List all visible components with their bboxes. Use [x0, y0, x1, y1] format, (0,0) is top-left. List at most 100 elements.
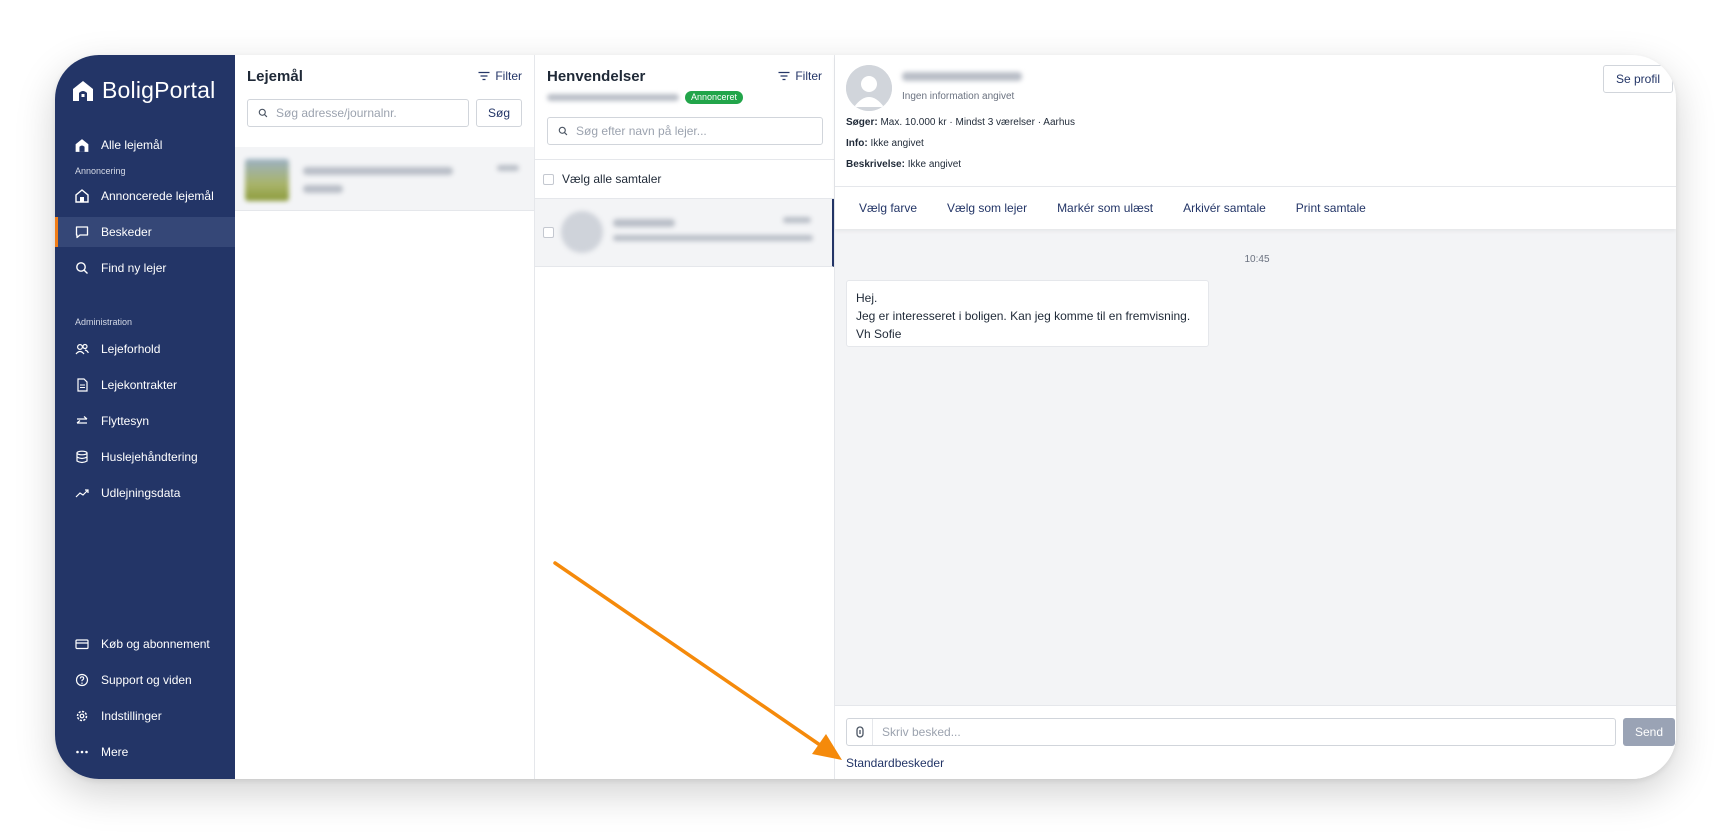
- sidebar-item-label: Flyttesyn: [101, 414, 150, 428]
- select-all-label: Vælg alle samtaler: [562, 172, 662, 186]
- blurred-text: [613, 235, 813, 241]
- inquiry-avatar: [561, 211, 603, 253]
- sidebar-item-label: Udlejningsdata: [101, 486, 181, 500]
- sidebar-item-rental-data[interactable]: Udlejningsdata: [55, 478, 235, 508]
- inquiries-filter-button[interactable]: Filter: [778, 69, 822, 83]
- tenant-search-input[interactable]: Søg efter navn på lejer...: [547, 117, 823, 145]
- help-icon: [75, 673, 89, 687]
- inquiries-title: Henvendelser: [547, 68, 646, 85]
- sidebar-item-label: Annoncerede lejemål: [101, 189, 214, 203]
- search-placeholder: Søg adresse/journalnr.: [276, 106, 397, 120]
- search-icon: [75, 261, 89, 275]
- database-icon: [75, 450, 89, 464]
- sidebar-item-label: Indstillinger: [101, 709, 162, 723]
- filter-label: Filter: [495, 69, 522, 83]
- message-composer: Skriv besked... Send Standardbeskeder: [835, 705, 1676, 779]
- message-input[interactable]: Skriv besked...: [846, 718, 1616, 746]
- view-profile-button[interactable]: Se profil: [1603, 65, 1673, 93]
- blurred-text: [303, 185, 343, 193]
- sidebar-item-ads[interactable]: Annoncerede lejemål: [55, 181, 235, 211]
- sidebar-item-messages[interactable]: Beskeder: [55, 217, 235, 247]
- sidebar-item-label: Lejeforhold: [101, 342, 161, 356]
- sidebar-item-find-tenant[interactable]: Find ny lejer: [55, 253, 235, 283]
- blurred-tenant-name: [902, 72, 1022, 81]
- select-all-checkbox[interactable]: [543, 173, 554, 185]
- message-bubble: Hej. Jeg er interesseret i boligen. Kan …: [846, 280, 1209, 347]
- select-all-row[interactable]: Vælg alle samtaler: [535, 159, 834, 199]
- section-label-ads: Annoncering: [75, 166, 126, 176]
- chat-icon: [75, 225, 89, 239]
- inquiry-list-item[interactable]: [535, 199, 834, 267]
- mark-unread-action[interactable]: Markér som ulæst: [1057, 201, 1153, 215]
- sidebar: BoligPortal Alle lejemål Annoncering Ann…: [55, 55, 235, 779]
- message-line: Vh Sofie: [856, 327, 902, 341]
- no-info-text: Ingen information angivet: [902, 91, 1015, 102]
- print-conversation-action[interactable]: Print samtale: [1296, 201, 1366, 215]
- avatar: [846, 65, 892, 111]
- logo[interactable]: BoligPortal: [72, 77, 215, 104]
- document-icon: [75, 378, 89, 392]
- sidebar-item-label: Mere: [101, 745, 129, 759]
- more-dots-icon: [75, 745, 89, 759]
- lease-search-button[interactable]: Søg: [476, 99, 522, 127]
- conversation-actions: Vælg farve Vælg som lejer Markér som ulæ…: [835, 186, 1676, 229]
- search-icon: [558, 126, 568, 136]
- sidebar-item-rent-handling[interactable]: Huslejehåndtering: [55, 442, 235, 472]
- conversation-panel: Ingen information angivet Se profil Søge…: [835, 55, 1676, 779]
- leases-title: Lejemål: [247, 68, 303, 85]
- sidebar-item-label: Find ny lejer: [101, 261, 167, 275]
- credit-card-icon: [75, 637, 89, 651]
- message-line: Jeg er interesseret i boligen. Kan jeg k…: [856, 309, 1191, 323]
- standard-messages-link[interactable]: Standardbeskeder: [846, 756, 944, 770]
- sidebar-item-label: Lejekontrakter: [101, 378, 178, 392]
- leases-filter-button[interactable]: Filter: [478, 69, 522, 83]
- sidebar-item-support[interactable]: Support og viden: [55, 665, 235, 695]
- sidebar-item-contracts[interactable]: Lejekontrakter: [55, 370, 235, 400]
- inquiry-checkbox[interactable]: [543, 227, 554, 238]
- lease-list-item[interactable]: [235, 147, 534, 211]
- filter-icon: [478, 71, 490, 81]
- app-window: BoligPortal Alle lejemål Annoncering Ann…: [55, 55, 1676, 779]
- sidebar-item-all-leases[interactable]: Alle lejemål: [55, 130, 235, 160]
- message-line: Hej.: [856, 291, 878, 305]
- sidebar-item-label: Support og viden: [101, 673, 192, 687]
- filter-label: Filter: [795, 69, 822, 83]
- house-icon: [75, 138, 89, 152]
- leases-column: Lejemål Filter Søg adresse/journalnr. Sø…: [235, 55, 535, 779]
- sidebar-item-label: Huslejehåndtering: [101, 450, 198, 464]
- sidebar-item-more[interactable]: Mere: [55, 737, 235, 767]
- blurred-address: [547, 94, 679, 101]
- choose-color-action[interactable]: Vælg farve: [859, 201, 917, 215]
- logo-text: BoligPortal: [102, 77, 216, 103]
- lease-thumbnail: [245, 159, 289, 201]
- settings-icon: [75, 709, 89, 723]
- search-icon: [258, 108, 268, 118]
- attachment-icon[interactable]: [847, 719, 873, 745]
- inquiries-column: Henvendelser Filter Annonceret Søg efter…: [535, 55, 835, 779]
- logo-house-icon: [73, 80, 93, 101]
- description-line: Beskrivelse: Ikke angivet: [846, 159, 962, 170]
- section-label-admin: Administration: [75, 317, 133, 327]
- sidebar-item-label: Køb og abonnement: [101, 637, 210, 651]
- sidebar-item-label: Beskeder: [101, 225, 152, 239]
- sidebar-item-billing[interactable]: Køb og abonnement: [55, 629, 235, 659]
- message-timestamp: 10:45: [1244, 254, 1270, 265]
- search-placeholder: Søg efter navn på lejer...: [576, 124, 707, 138]
- lease-search-input[interactable]: Søg adresse/journalnr.: [247, 99, 469, 127]
- blurred-text: [303, 167, 453, 175]
- user-silhouette-icon: [846, 65, 892, 111]
- send-button[interactable]: Send: [1623, 718, 1675, 746]
- archive-conversation-action[interactable]: Arkivér samtale: [1183, 201, 1266, 215]
- sidebar-item-settings[interactable]: Indstillinger: [55, 701, 235, 731]
- sidebar-item-tenancies[interactable]: Lejeforhold: [55, 334, 235, 364]
- sidebar-item-move-inspection[interactable]: Flyttesyn: [55, 406, 235, 436]
- blurred-text: [613, 219, 675, 227]
- blurred-text: [497, 165, 519, 171]
- filter-icon: [778, 71, 790, 81]
- message-placeholder: Skriv besked...: [882, 725, 961, 739]
- tenant-header: Ingen information angivet Se profil Søge…: [835, 55, 1676, 229]
- sidebar-item-label: Alle lejemål: [101, 138, 163, 152]
- people-icon: [75, 342, 89, 356]
- choose-as-tenant-action[interactable]: Vælg som lejer: [947, 201, 1027, 215]
- swap-arrows-icon: [75, 414, 89, 428]
